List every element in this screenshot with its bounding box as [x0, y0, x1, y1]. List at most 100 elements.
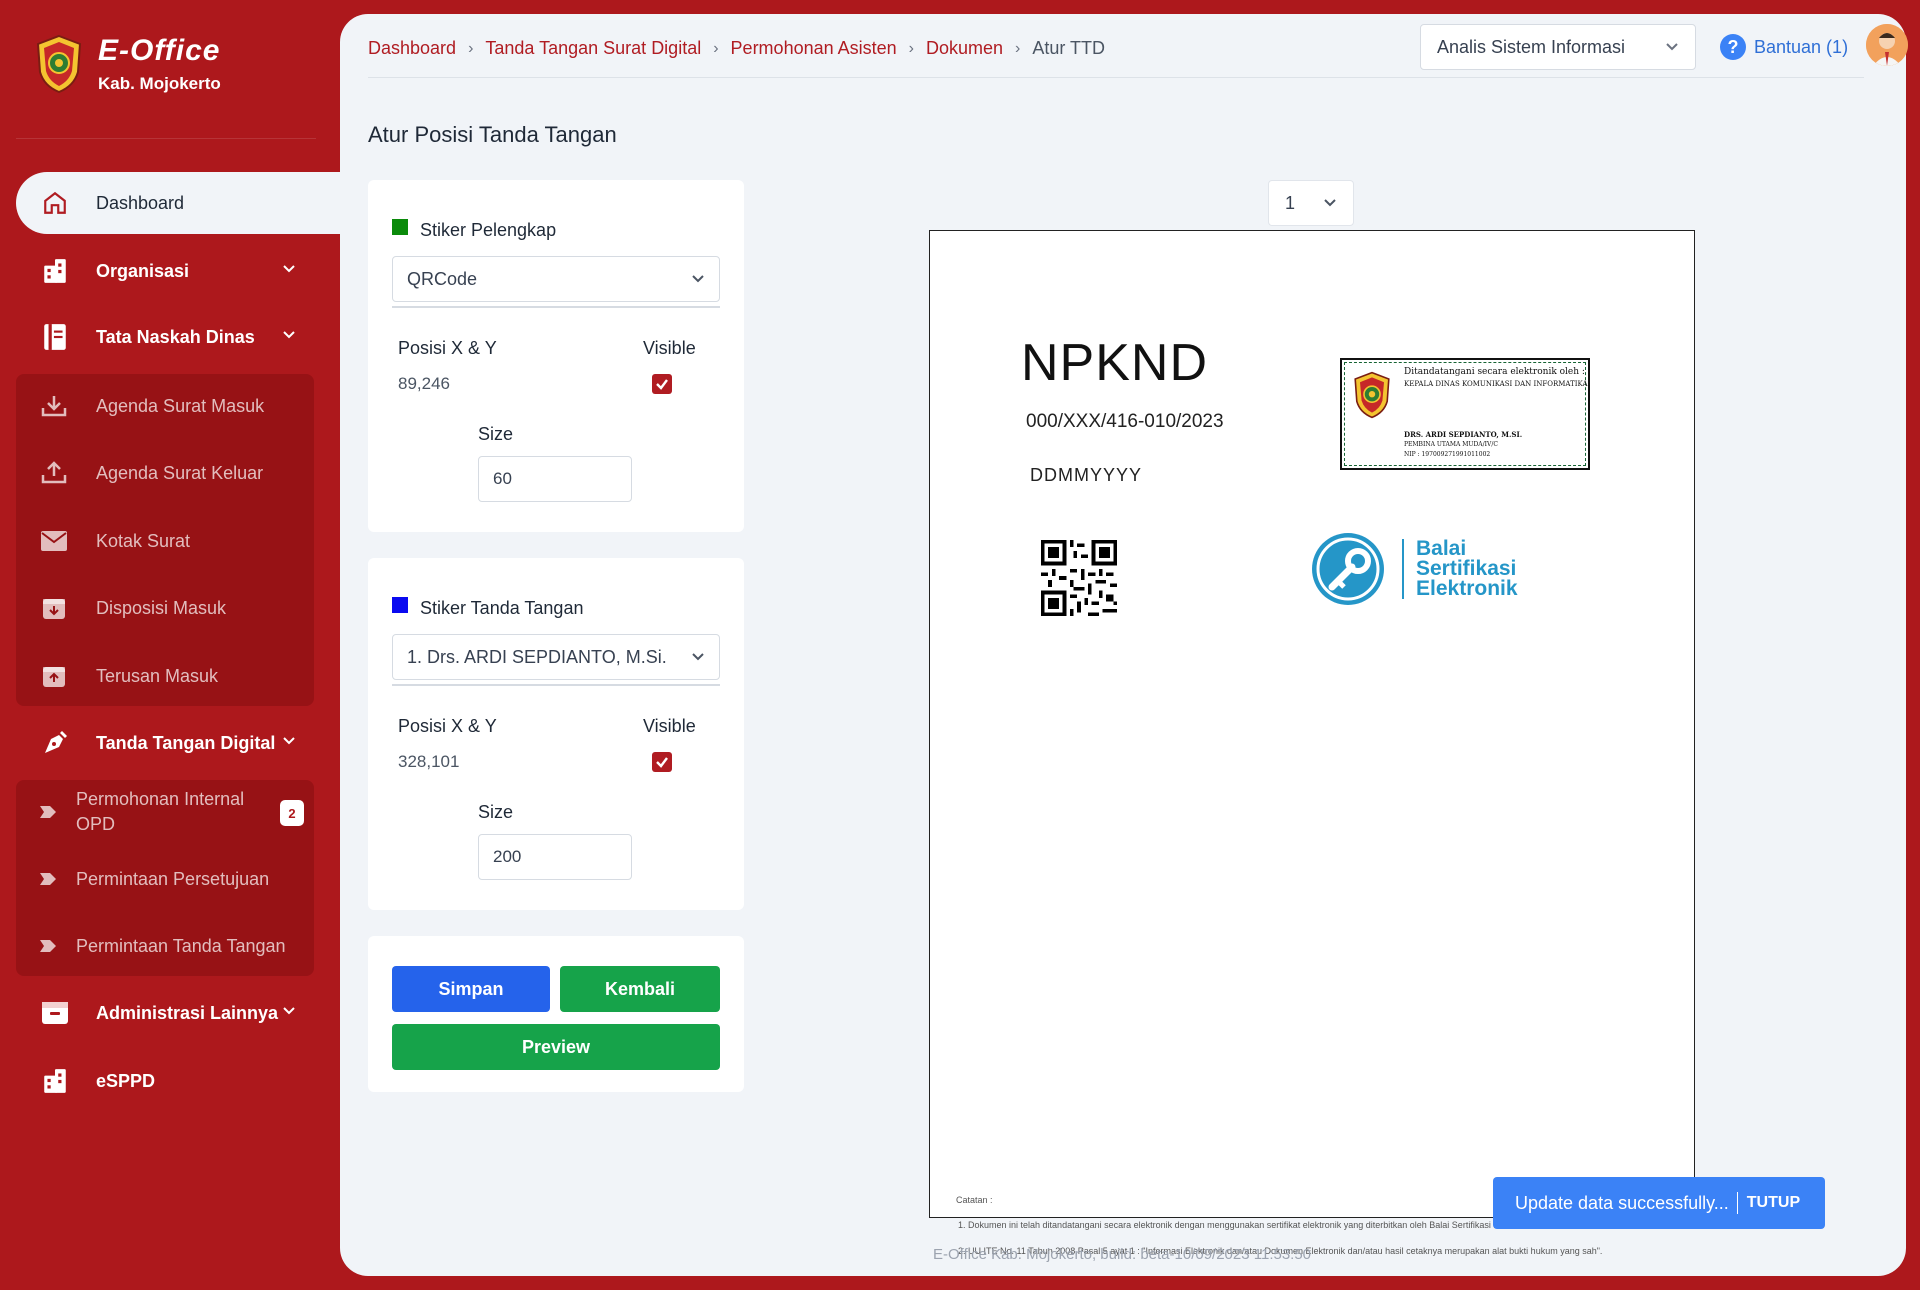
- breadcrumb-link[interactable]: Dokumen: [926, 38, 1003, 59]
- stiker-tanda-tangan-card: Stiker Tanda Tangan 1. Drs. ARDI SEPDIAN…: [368, 558, 744, 910]
- sidebar-item-agenda-surat-keluar[interactable]: Agenda Surat Keluar: [16, 445, 314, 501]
- qrcode-sticker[interactable]: [1041, 540, 1117, 616]
- count-badge: 2: [280, 800, 304, 826]
- sidebar-item-permohonan-internal-opd[interactable]: Permohonan Internal OPD 2: [16, 784, 314, 840]
- page-select[interactable]: 1: [1268, 180, 1354, 226]
- bsre-logo: Balai Sertifikasi Elektronik: [1310, 531, 1518, 607]
- size-input[interactable]: 60: [478, 456, 632, 502]
- size-label: Size: [478, 802, 514, 822]
- sidebar-item-dashboard[interactable]: Dashboard: [16, 172, 340, 234]
- sidebar-item-label: Permintaan Persetujuan: [76, 868, 270, 889]
- sidebar-item-label: eSPPD: [96, 1070, 156, 1091]
- sidebar-item-label: Agenda Surat Keluar: [96, 462, 264, 483]
- help-button[interactable]: ? Bantuan (1): [1720, 34, 1848, 60]
- actions-card: Simpan Kembali Preview: [368, 936, 744, 1092]
- sidebar-item-permintaan-persetujuan[interactable]: Permintaan Persetujuan: [16, 851, 314, 907]
- inbox-up-icon: [40, 662, 68, 690]
- card-title: Stiker Tanda Tangan: [392, 596, 584, 619]
- brand[interactable]: E-Office Kab. Mojokerto: [34, 34, 221, 94]
- breadcrumb-link[interactable]: Dashboard: [368, 38, 456, 59]
- chevron-down-icon: [1666, 43, 1678, 51]
- footer-build-info: E-Office Kab. Mojokerto, build: beta-10/…: [933, 1246, 1312, 1263]
- sidebar-item-disposisi-masuk[interactable]: Disposisi Masuk: [16, 580, 314, 636]
- chevron-down-icon: [692, 653, 704, 661]
- signature-nip: NIP : 197009271991011002: [1404, 451, 1491, 458]
- tag-arrow-icon: [38, 932, 58, 960]
- sidebar-item-permintaan-tanda-tangan[interactable]: Permintaan Tanda Tangan: [16, 918, 314, 974]
- signature-sticker[interactable]: Ditandatangani secara elektronik oleh : …: [1340, 358, 1590, 470]
- sidebar-item-agenda-surat-masuk[interactable]: Agenda Surat Masuk: [16, 378, 314, 434]
- breadcrumb-link[interactable]: Permohonan Asisten: [731, 38, 897, 59]
- document-icon: [40, 322, 70, 352]
- divider: [392, 306, 720, 308]
- sidebar-item-label: Organisasi: [96, 260, 190, 281]
- building-icon: [40, 256, 70, 286]
- topbar: Dashboard › Tanda Tangan Surat Digital ›…: [368, 14, 1908, 78]
- sidebar-item-label: Tata Naskah Dinas: [96, 326, 255, 347]
- toast-close-button[interactable]: TUTUP: [1747, 1194, 1800, 1212]
- tag-arrow-icon: [38, 865, 58, 893]
- breadcrumb-current: Atur TTD: [1032, 38, 1106, 58]
- role-select[interactable]: Analis Sistem Informasi: [1420, 24, 1696, 70]
- position-label: Posisi X & Y: [398, 338, 497, 358]
- signature-title: Ditandatangani secara elektronik oleh :: [1404, 367, 1585, 377]
- sidebar-item-label: Agenda Surat Masuk: [96, 395, 265, 416]
- signature-org: KEPALA DINAS KOMUNIKASI DAN INFORMATIKA: [1404, 380, 1588, 388]
- bsre-line: Sertifikasi: [1416, 557, 1517, 580]
- document-date: DDMMYYYY: [1030, 465, 1143, 485]
- document-number: 000/XXX/416-010/2023: [1026, 411, 1224, 432]
- breadcrumb-link[interactable]: Tanda Tangan Surat Digital: [485, 38, 701, 59]
- sidebar-item-label: Administrasi Lainnya: [96, 1002, 279, 1023]
- chevron-down-icon: [283, 1007, 295, 1015]
- sidebar-item-label: Kotak Surat: [96, 530, 191, 551]
- sidebar-item-kotak-surat[interactable]: Kotak Surat: [16, 513, 314, 569]
- stiker-tanda-tangan-select[interactable]: 1. Drs. ARDI SEPDIANTO, M.Si.: [392, 634, 720, 680]
- sidebar-item-label: Permohonan Internal OPD: [76, 789, 245, 834]
- simpan-button[interactable]: Simpan: [392, 966, 550, 1012]
- size-input-value: 200: [493, 847, 522, 866]
- chevron-down-icon: [1324, 199, 1336, 207]
- kabupaten-seal-icon: [1354, 371, 1390, 419]
- chevron-down-icon: [283, 331, 295, 339]
- brand-divider: [16, 138, 316, 139]
- chevron-right-icon: ›: [468, 39, 474, 57]
- preview-button[interactable]: Preview: [392, 1024, 720, 1070]
- sidebar-item-terusan-masuk[interactable]: Terusan Masuk: [16, 648, 314, 704]
- visible-checkbox[interactable]: [652, 752, 672, 772]
- pen-nib-icon: [40, 728, 70, 758]
- size-label: Size: [478, 424, 514, 444]
- position-value: 89,246: [398, 374, 450, 393]
- sidebar-item-tanda-tangan-digital[interactable]: Tanda Tangan Digital: [16, 712, 340, 774]
- sidebar-item-organisasi[interactable]: Organisasi: [16, 240, 340, 302]
- document-note-1: 1. Dokumen ini telah ditandatangani seca…: [958, 1220, 1533, 1230]
- card-title-label: Stiker Tanda Tangan: [420, 598, 584, 618]
- color-swatch: [392, 218, 408, 235]
- sidebar-item-esppd[interactable]: eSPPD: [16, 1050, 340, 1112]
- stiker-pelengkap-card: Stiker Pelengkap QRCode Posisi X & Y 89,…: [368, 180, 744, 532]
- sidebar-item-administrasi-lainnya[interactable]: Administrasi Lainnya: [16, 982, 340, 1044]
- bsre-text: Balai Sertifikasi Elektronik: [1402, 538, 1518, 600]
- document-preview[interactable]: NPKND 000/XXX/416-010/2023 DDMMYYYY Dita…: [929, 230, 1695, 1218]
- position-label: Posisi X & Y: [398, 716, 497, 736]
- toast-divider: [1736, 1192, 1738, 1214]
- bsre-line: Elektronik: [1416, 577, 1518, 600]
- avatar[interactable]: [1866, 24, 1908, 66]
- visible-checkbox[interactable]: [652, 374, 672, 394]
- kembali-button[interactable]: Kembali: [560, 966, 720, 1012]
- tag-arrow-icon: [38, 798, 58, 826]
- size-input[interactable]: 200: [478, 834, 632, 880]
- building-icon: [40, 1066, 70, 1096]
- color-swatch: [392, 596, 408, 613]
- archive-box-icon: [40, 998, 70, 1028]
- signature-rank: PEMBINA UTAMA MUDA/IV/C: [1404, 441, 1498, 448]
- upload-icon: [40, 459, 68, 487]
- question-icon: ?: [1720, 34, 1746, 60]
- sidebar-item-tata-naskah-dinas[interactable]: Tata Naskah Dinas: [16, 306, 340, 368]
- stiker-pelengkap-select[interactable]: QRCode: [392, 256, 720, 302]
- sidebar-item-label: Permintaan Tanda Tangan: [76, 935, 286, 956]
- chevron-down-icon: [283, 265, 295, 273]
- success-toast: Update data successfully... TUTUP: [1493, 1177, 1825, 1229]
- size-input-value: 60: [493, 469, 512, 488]
- document-note-heading: Catatan :: [956, 1195, 993, 1205]
- role-select-value: Analis Sistem Informasi: [1437, 36, 1626, 57]
